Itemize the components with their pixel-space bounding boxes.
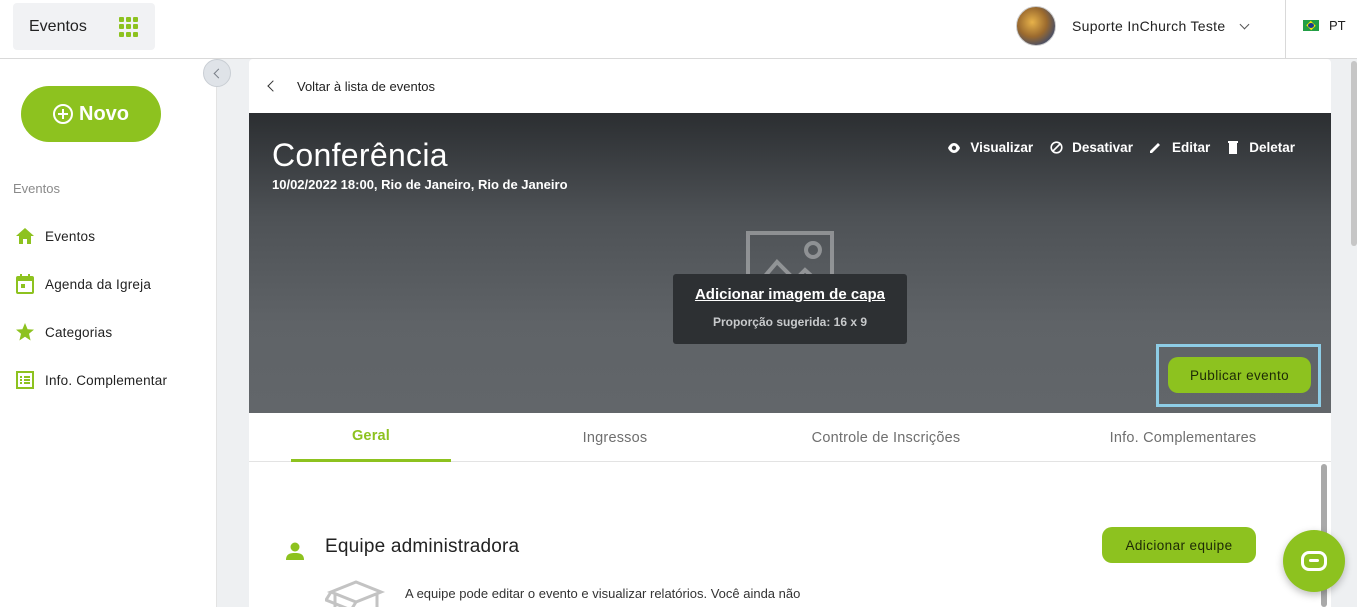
app-name: Eventos (29, 17, 87, 35)
view-button[interactable]: Visualizar (947, 140, 1033, 155)
event-card: Voltar à lista de eventos Conferência 10… (249, 59, 1331, 607)
event-subtitle: 10/02/2022 18:00, Rio de Janeiro, Rio de… (272, 177, 568, 192)
sidebar-item-label: Eventos (45, 228, 96, 244)
sidebar-item-info-complementar[interactable]: Info. Complementar (15, 370, 167, 390)
event-tabs: Geral Ingressos Controle de Inscrições I… (249, 413, 1331, 462)
list-icon (15, 370, 35, 390)
delete-button[interactable]: Deletar (1226, 140, 1295, 155)
sidebar-item-label: Categorias (45, 324, 113, 340)
top-bar: Eventos Suporte InChurch Teste PT (0, 0, 1357, 59)
team-description: A equipe pode editar o evento e visualiz… (405, 586, 801, 601)
sidebar-section-label: Eventos (13, 181, 60, 196)
sidebar: Novo Eventos Eventos Agenda da Igreja Ca… (0, 59, 217, 607)
add-cover-link[interactable]: Adicionar imagem de capa (673, 286, 907, 303)
trash-icon (1226, 141, 1240, 155)
language-label[interactable]: PT (1329, 18, 1346, 33)
calendar-icon (15, 274, 35, 294)
star-icon (15, 322, 35, 342)
grid-icon[interactable] (119, 17, 139, 37)
deactivate-label: Desativar (1072, 140, 1133, 155)
event-actions: Visualizar Desativar Editar Deletar (931, 140, 1295, 155)
page-scrollbar[interactable] (1351, 61, 1357, 246)
team-section-title: Equipe administradora (325, 536, 520, 557)
add-cover-panel: Adicionar imagem de capa Proporção suger… (673, 274, 907, 344)
back-link[interactable]: Voltar à lista de eventos (267, 79, 436, 94)
brazil-flag-icon (1303, 20, 1319, 31)
plus-circle-icon (53, 104, 73, 124)
chevron-left-icon (213, 68, 224, 78)
sidebar-item-label: Agenda da Igreja (45, 276, 152, 292)
chat-icon (1301, 551, 1327, 571)
delete-label: Deletar (1249, 140, 1295, 155)
tab-controle-inscricoes[interactable]: Controle de Inscrições (776, 413, 996, 462)
edit-button[interactable]: Editar (1149, 140, 1210, 155)
person-icon (286, 542, 304, 560)
edit-label: Editar (1171, 140, 1211, 155)
avatar[interactable] (1016, 6, 1056, 46)
box-icon (325, 580, 386, 607)
event-cover: Conferência 10/02/2022 18:00, Rio de Jan… (249, 113, 1331, 413)
publish-highlight: Publicar evento (1156, 344, 1321, 407)
user-menu[interactable]: Suporte InChurch Teste (1016, 6, 1250, 46)
block-icon (1049, 141, 1063, 155)
collapse-sidebar-button[interactable] (203, 59, 231, 87)
tab-info-complementares[interactable]: Info. Complementares (1073, 413, 1293, 462)
cover-ratio-hint: Proporção sugerida: 16 x 9 (712, 315, 868, 329)
view-label: Visualizar (970, 140, 1034, 155)
pencil-icon (1149, 141, 1163, 155)
deactivate-button[interactable]: Desativar (1049, 140, 1133, 155)
publish-event-button[interactable]: Publicar evento (1168, 357, 1311, 393)
tab-geral[interactable]: Geral (291, 413, 451, 462)
sidebar-item-label: Info. Complementar (45, 372, 168, 388)
chevron-left-icon (267, 80, 279, 92)
sidebar-item-eventos[interactable]: Eventos (15, 226, 95, 246)
sidebar-item-agenda[interactable]: Agenda da Igreja (15, 274, 151, 294)
event-title: Conferência (272, 137, 448, 173)
sidebar-item-categorias[interactable]: Categorias (15, 322, 112, 342)
chat-button[interactable] (1283, 530, 1345, 592)
chevron-down-icon[interactable] (1239, 19, 1250, 29)
eye-icon (947, 141, 961, 155)
new-button-label: Novo (79, 102, 129, 125)
language-selector[interactable]: PT (1303, 18, 1346, 33)
app-switcher[interactable]: Eventos (13, 3, 155, 50)
tab-ingressos[interactable]: Ingressos (535, 413, 695, 462)
divider (1285, 0, 1286, 58)
user-name[interactable]: Suporte InChurch Teste (1072, 18, 1225, 34)
add-team-button[interactable]: Adicionar equipe (1102, 527, 1256, 563)
home-icon (15, 226, 35, 246)
back-label: Voltar à lista de eventos (297, 79, 436, 94)
new-button[interactable]: Novo (21, 86, 161, 142)
